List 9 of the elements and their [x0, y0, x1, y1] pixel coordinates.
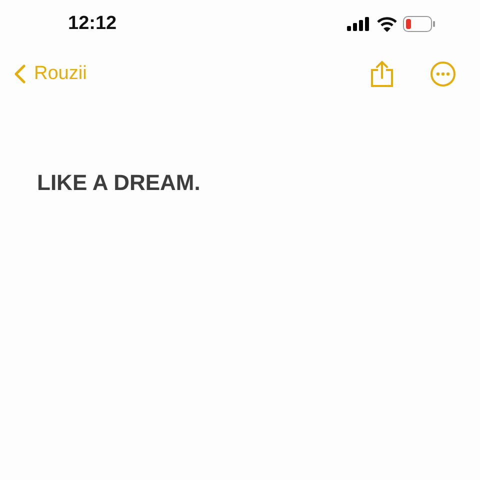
more-button[interactable]: [430, 61, 456, 87]
wifi-icon: [377, 16, 397, 32]
share-button[interactable]: [370, 60, 394, 88]
chevron-left-icon: [14, 64, 26, 84]
signal-icon: [347, 17, 371, 31]
battery-icon: [403, 16, 436, 32]
note-text: LIKE A DREAM.: [37, 170, 202, 196]
status-time: 12:12: [68, 13, 117, 35]
back-button[interactable]: Rouzii: [14, 63, 87, 85]
